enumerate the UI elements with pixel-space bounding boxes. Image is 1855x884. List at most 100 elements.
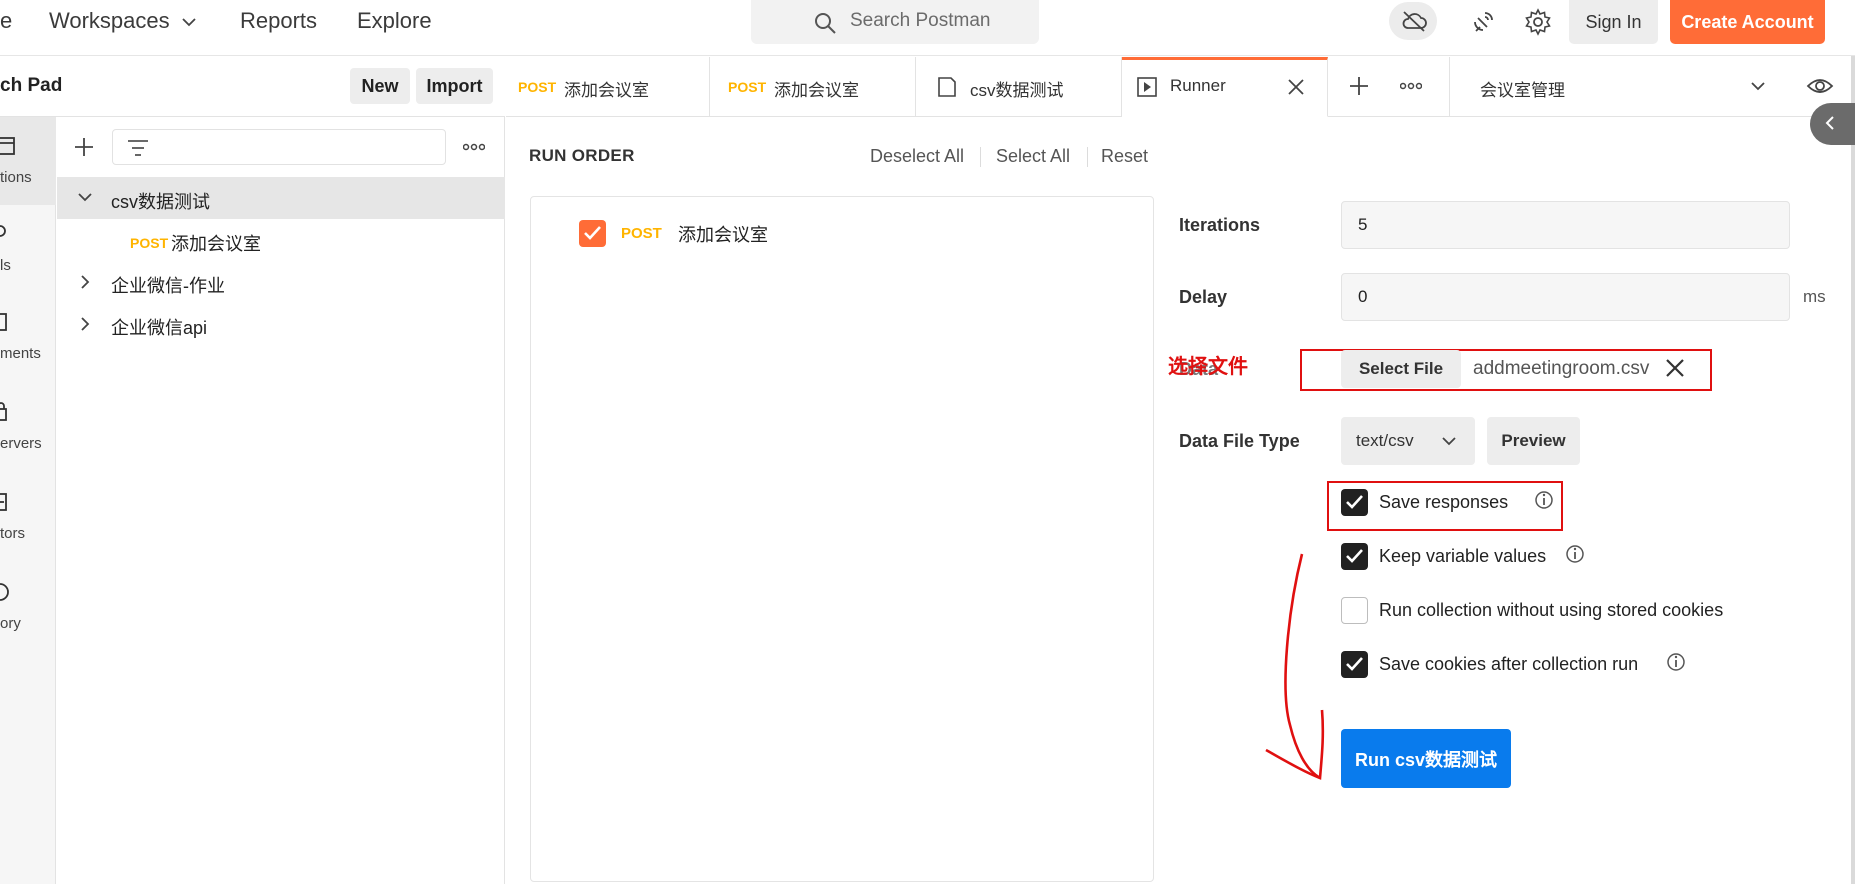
sidebar-item-label: tors: [0, 525, 26, 542]
new-button[interactable]: New: [350, 68, 410, 104]
workspaces-label: Workspaces: [49, 8, 170, 33]
tab-title: Runner: [1170, 76, 1226, 95]
save-cookies-checkbox[interactable]: [1341, 651, 1368, 678]
explore-link[interactable]: Explore: [357, 8, 432, 34]
tab-runner[interactable]: Runner: [1122, 57, 1328, 117]
create-account-button[interactable]: Create Account: [1670, 0, 1825, 44]
workspaces-menu[interactable]: Workspaces: [49, 8, 196, 34]
run-collection-button[interactable]: Run csv数据测试: [1341, 729, 1511, 788]
data-file-type-select[interactable]: text/csv: [1341, 417, 1475, 465]
reset-button[interactable]: Reset: [1101, 146, 1148, 167]
deselect-all-button[interactable]: Deselect All: [870, 146, 964, 167]
history-icon: [0, 583, 9, 601]
collapse-sidebar-button[interactable]: [1810, 103, 1855, 145]
option-label: Save cookies after collection run: [1379, 654, 1639, 674]
option-keep-variable-values[interactable]: Keep variable values: [1341, 543, 1601, 573]
option-label: Keep variable values: [1379, 546, 1547, 566]
tab-divider: [1449, 57, 1450, 117]
run-order-checkbox[interactable]: [579, 220, 606, 247]
collection-icon: [938, 77, 956, 97]
sidebar-item-environments[interactable]: ments: [0, 293, 56, 381]
sidebar-item-label: tions: [0, 169, 32, 186]
chevron-right-icon[interactable]: [79, 274, 91, 290]
delay-unit: ms: [1803, 287, 1826, 306]
option-save-responses[interactable]: Save responses: [1341, 489, 1581, 519]
preview-button[interactable]: Preview: [1487, 417, 1580, 465]
import-button[interactable]: Import: [416, 68, 493, 104]
tab-collection[interactable]: csv数据测试: [916, 57, 1122, 117]
iterations-input[interactable]: 5: [1341, 201, 1790, 249]
more-icon[interactable]: [463, 143, 485, 151]
sign-in-button[interactable]: Sign In: [1569, 0, 1658, 44]
info-icon[interactable]: [1666, 652, 1686, 672]
file-name: addmeetingroom.csv: [1473, 358, 1650, 379]
keep-variable-values-checkbox[interactable]: [1341, 543, 1368, 570]
tab-request-1[interactable]: POST 添加会议室: [506, 57, 710, 117]
chevron-down-icon[interactable]: [77, 191, 93, 203]
sidebar-item-mock-servers[interactable]: ervers: [0, 383, 56, 471]
chevron-down-icon[interactable]: [1750, 80, 1766, 92]
sync-status-button[interactable]: [1389, 2, 1437, 40]
reports-link[interactable]: Reports: [240, 8, 317, 34]
eye-icon[interactable]: [1806, 76, 1834, 96]
chevron-right-icon[interactable]: [79, 316, 91, 332]
info-icon[interactable]: [1565, 544, 1585, 564]
sidebar-item-label: ory: [0, 615, 21, 632]
workspace-header: ch Pad New Import: [0, 57, 505, 117]
request-method: POST: [130, 235, 169, 251]
home-link[interactable]: e: [0, 8, 12, 34]
tree-item-collection[interactable]: csv数据测试: [57, 177, 505, 219]
filter-icon: [128, 140, 148, 156]
collections-panel: csv数据测试 POST 添加会议室 企业微信-作业 企业微信api: [57, 117, 505, 884]
sidebar-item-history[interactable]: ory: [0, 563, 56, 651]
plus-icon[interactable]: [73, 136, 95, 158]
cloud-offline-icon: [1402, 11, 1427, 32]
run-without-cookies-checkbox[interactable]: [1341, 597, 1368, 624]
tree-item-label: 企业微信api: [111, 318, 208, 338]
filter-input[interactable]: [112, 129, 446, 165]
tree-item-collection[interactable]: 企业微信api: [57, 303, 505, 345]
sidebar-item-apis[interactable]: ls: [0, 205, 56, 293]
request-name: 添加会议室: [678, 225, 768, 245]
tab-title: 添加会议室: [564, 81, 649, 100]
data-file-type-value: text/csv: [1356, 431, 1414, 450]
run-order-list: POST 添加会议室: [530, 196, 1154, 882]
data-file-type-label: Data File Type: [1179, 431, 1300, 451]
annotation-arrow-icon: [1265, 553, 1325, 780]
search-input[interactable]: Search Postman: [751, 0, 1039, 44]
scrollbar[interactable]: [1851, 56, 1855, 884]
check-icon: [584, 226, 601, 240]
workspace-title: ch Pad: [0, 75, 63, 96]
sidebar-item-collections[interactable]: tions: [0, 117, 56, 205]
close-icon[interactable]: [1286, 77, 1306, 97]
tab-title: 添加会议室: [774, 81, 859, 100]
sidebar-rail: tions ls ments ervers tors ory: [0, 57, 56, 884]
request-method: POST: [621, 225, 662, 242]
sidebar-item-label: ments: [0, 345, 41, 362]
collections-icon: [0, 137, 15, 155]
iterations-label: Iterations: [1179, 215, 1261, 235]
option-label: Run collection without using stored cook…: [1379, 600, 1724, 620]
save-responses-checkbox[interactable]: [1341, 489, 1368, 516]
apis-icon: [0, 225, 6, 237]
chevron-left-icon: [1825, 116, 1834, 130]
tree-item-collection[interactable]: 企业微信-作业: [57, 261, 505, 303]
environment-select[interactable]: 会议室管理: [1480, 76, 1565, 101]
tab-request-2[interactable]: POST 添加会议室: [710, 57, 916, 117]
close-icon[interactable]: [1664, 357, 1686, 379]
annotation-note: 选择文件: [1168, 356, 1248, 378]
more-tabs-icon[interactable]: [1400, 82, 1422, 90]
satellite-icon[interactable]: [1470, 9, 1496, 35]
delay-input[interactable]: 0: [1341, 273, 1790, 321]
select-file-button[interactable]: Select File: [1341, 350, 1461, 388]
sidebar-item-label: ls: [0, 257, 11, 274]
new-tab-icon[interactable]: [1348, 75, 1370, 97]
info-icon[interactable]: [1534, 490, 1554, 510]
option-run-without-cookies[interactable]: Run collection without using stored cook…: [1341, 597, 1761, 627]
select-all-button[interactable]: Select All: [996, 146, 1070, 167]
option-save-cookies[interactable]: Save cookies after collection run: [1341, 651, 1685, 681]
check-icon: [1346, 549, 1363, 563]
gear-icon[interactable]: [1524, 8, 1552, 36]
sidebar-item-monitors[interactable]: tors: [0, 473, 56, 561]
tree-item-request[interactable]: POST 添加会议室: [57, 219, 505, 261]
